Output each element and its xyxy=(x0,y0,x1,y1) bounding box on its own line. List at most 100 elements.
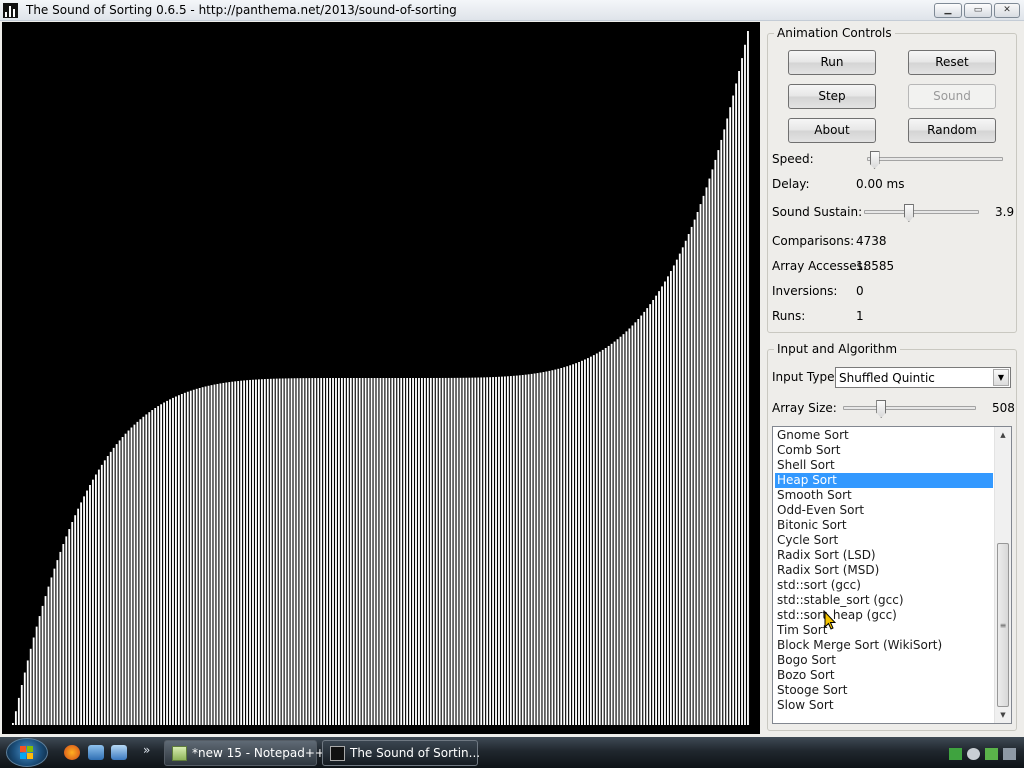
array-bar xyxy=(281,378,284,725)
algorithm-item[interactable]: Cycle Sort xyxy=(775,533,993,548)
algorithm-item[interactable]: Smooth Sort xyxy=(775,488,993,503)
array-bar xyxy=(450,377,453,725)
app-window: The Sound of Sorting 0.6.5 - http://pant… xyxy=(0,0,1024,737)
algorithm-item[interactable]: Radix Sort (LSD) xyxy=(775,548,993,563)
array-size-slider-track[interactable] xyxy=(843,406,976,410)
array-bar xyxy=(216,383,219,725)
array-bar xyxy=(127,430,130,725)
volume-icon[interactable] xyxy=(967,748,980,760)
array-bar xyxy=(323,378,326,725)
tray-app-icon[interactable] xyxy=(1003,748,1016,760)
minimize-button[interactable]: ▁ xyxy=(934,3,962,18)
array-bar xyxy=(655,295,657,725)
array-bar xyxy=(391,378,394,725)
quick-launch-chevron[interactable]: » xyxy=(143,743,150,757)
array-bar xyxy=(723,129,726,725)
array-bar xyxy=(610,343,613,725)
safely-remove-icon[interactable] xyxy=(985,748,998,760)
close-button[interactable]: ✕ xyxy=(994,3,1020,18)
array-bar xyxy=(175,396,177,725)
array-bar xyxy=(566,366,569,725)
start-button[interactable] xyxy=(6,738,48,767)
algorithm-item[interactable]: Bitonic Sort xyxy=(775,518,993,533)
switch-windows-icon[interactable] xyxy=(111,745,127,760)
array-bar xyxy=(139,419,142,725)
input-algorithm-legend: Input and Algorithm xyxy=(774,342,901,356)
array-bar xyxy=(477,377,480,725)
array-bar xyxy=(501,376,503,725)
array-bar xyxy=(447,377,450,725)
array-bar xyxy=(145,414,148,725)
array-bar xyxy=(542,372,545,725)
show-desktop-icon[interactable] xyxy=(88,745,104,760)
algorithm-item[interactable]: Odd-Even Sort xyxy=(775,503,993,518)
algorithm-item[interactable]: Bogo Sort xyxy=(775,653,993,668)
algorithm-item[interactable]: std::sort_heap (gcc) xyxy=(775,608,993,623)
array-bar xyxy=(367,378,370,725)
scroll-up-icon[interactable]: ▲ xyxy=(995,427,1011,443)
array-bar xyxy=(225,382,228,725)
array-bar xyxy=(86,490,88,725)
algorithm-item[interactable]: Stooge Sort xyxy=(775,683,993,698)
array-bar xyxy=(290,378,293,725)
array-bar xyxy=(240,380,243,725)
array-bar xyxy=(77,508,80,725)
taskbar-item-sound-of-sorting[interactable]: The Sound of Sortin... xyxy=(322,740,480,766)
firefox-icon[interactable] xyxy=(64,745,80,760)
about-button[interactable]: About xyxy=(788,118,876,143)
maximize-button[interactable]: ▭ xyxy=(964,3,992,18)
algorithm-item[interactable]: Gnome Sort xyxy=(775,428,993,443)
reset-button[interactable]: Reset xyxy=(908,50,996,75)
algorithm-list[interactable]: Slow Sort Stooge Sort Bozo Sort Bogo Sort Bl… xyxy=(772,426,1012,724)
algorithm-item[interactable]: std::stable_sort (gcc) xyxy=(775,593,993,608)
array-bar xyxy=(581,360,583,725)
dropdown-arrow-icon[interactable]: ▼ xyxy=(993,369,1009,386)
input-type-select[interactable]: Shuffled Quintic ▼ xyxy=(835,367,1011,388)
taskbar-item-notepad[interactable]: *new 15 - Notepad++ xyxy=(164,740,325,766)
algorithm-item[interactable]: std::sort (gcc) xyxy=(775,578,993,593)
sound-of-sorting-icon xyxy=(330,746,345,761)
array-bar xyxy=(50,577,53,725)
algorithm-item[interactable]: Shell Sort xyxy=(775,458,993,473)
array-bar xyxy=(432,377,435,725)
array-bar xyxy=(732,95,735,726)
algorithm-list-scrollbar[interactable]: ▲ ≡ ▼ xyxy=(994,427,1011,723)
array-bar xyxy=(669,271,672,725)
array-bar xyxy=(418,378,420,725)
array-bar xyxy=(317,378,320,725)
array-size-value: 508 xyxy=(992,401,1015,415)
array-bar xyxy=(74,515,77,725)
array-bar xyxy=(252,379,254,725)
array-bar xyxy=(637,319,640,725)
array-bar xyxy=(166,400,168,725)
step-button[interactable]: Step xyxy=(788,84,876,109)
array-bar xyxy=(335,378,337,725)
algorithm-item[interactable]: Tim Sort xyxy=(775,623,993,638)
array-bar xyxy=(456,377,459,725)
array-bar xyxy=(435,377,438,725)
array-bar xyxy=(12,723,14,725)
array-bar xyxy=(151,410,154,725)
comparisons-label: Comparisons: xyxy=(772,234,855,248)
array-bar xyxy=(172,397,174,725)
algorithm-item[interactable]: Comb Sort xyxy=(775,443,993,458)
run-button[interactable]: Run xyxy=(788,50,876,75)
algorithm-item[interactable]: Bozo Sort xyxy=(775,668,993,683)
sound-sustain-slider-track[interactable] xyxy=(864,210,979,214)
algorithm-item[interactable]: Radix Sort (MSD) xyxy=(775,563,993,578)
title-bar[interactable]: The Sound of Sorting 0.6.5 - http://pant… xyxy=(0,0,1024,21)
scroll-down-icon[interactable]: ▼ xyxy=(995,707,1011,723)
speed-slider-track[interactable] xyxy=(867,157,1003,161)
array-bar xyxy=(622,334,625,725)
array-accesses-value: 18585 xyxy=(856,259,895,273)
array-bar xyxy=(109,451,112,725)
algorithm-item[interactable]: Slow Sort xyxy=(775,698,993,713)
scrollbar-thumb[interactable]: ≡ xyxy=(997,543,1009,707)
sound-button[interactable]: Sound xyxy=(908,84,996,109)
algorithm-item[interactable]: Heap Sort xyxy=(775,473,993,488)
array-bar xyxy=(702,195,705,725)
array-bar xyxy=(207,385,210,725)
algorithm-item[interactable]: Block Merge Sort (WikiSort) xyxy=(775,638,993,653)
random-button[interactable]: Random xyxy=(908,118,996,143)
network-icon[interactable] xyxy=(949,748,962,760)
